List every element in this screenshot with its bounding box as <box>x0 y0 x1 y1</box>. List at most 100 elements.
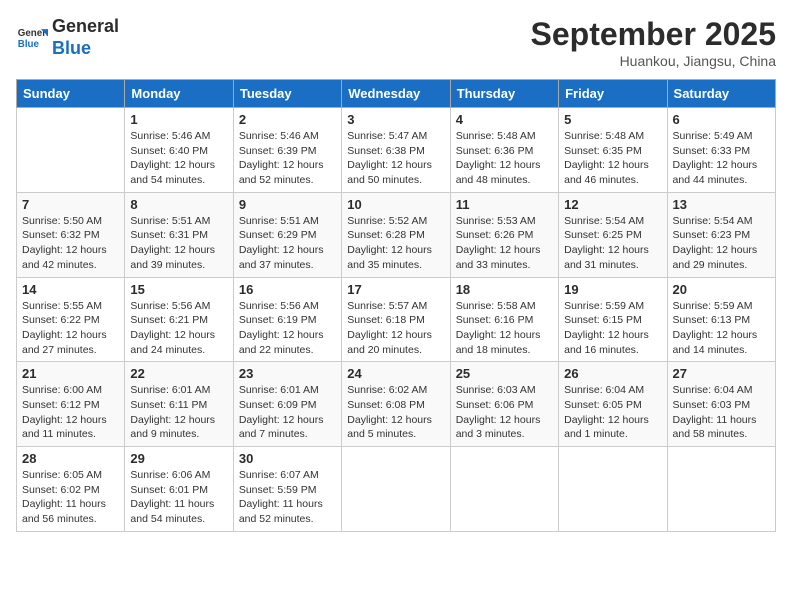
logo-general: General <box>52 16 119 38</box>
calendar-day: 4 Sunrise: 5:48 AM Sunset: 6:36 PM Daylig… <box>450 108 558 193</box>
logo: General Blue General Blue <box>16 16 119 59</box>
day-info: Sunrise: 6:03 AM Sunset: 6:06 PM Dayligh… <box>456 383 553 442</box>
day-number: 4 <box>456 112 553 127</box>
calendar-day: 25 Sunrise: 6:03 AM Sunset: 6:06 PM Dayli… <box>450 362 558 447</box>
calendar-day: 6 Sunrise: 5:49 AM Sunset: 6:33 PM Daylig… <box>667 108 775 193</box>
calendar-week-1: 1 Sunrise: 5:46 AM Sunset: 6:40 PM Daylig… <box>17 108 776 193</box>
day-info: Sunrise: 5:50 AM Sunset: 6:32 PM Dayligh… <box>22 214 119 273</box>
day-info: Sunrise: 6:00 AM Sunset: 6:12 PM Dayligh… <box>22 383 119 442</box>
day-info: Sunrise: 5:49 AM Sunset: 6:33 PM Dayligh… <box>673 129 770 188</box>
calendar-day: 12 Sunrise: 5:54 AM Sunset: 6:25 PM Dayli… <box>559 192 667 277</box>
calendar-table: Sunday Monday Tuesday Wednesday Thursday… <box>16 79 776 532</box>
day-number: 1 <box>130 112 227 127</box>
calendar-day: 17 Sunrise: 5:57 AM Sunset: 6:18 PM Dayli… <box>342 277 450 362</box>
day-number: 11 <box>456 197 553 212</box>
calendar-day: 10 Sunrise: 5:52 AM Sunset: 6:28 PM Dayli… <box>342 192 450 277</box>
day-info: Sunrise: 5:51 AM Sunset: 6:29 PM Dayligh… <box>239 214 336 273</box>
calendar-day: 11 Sunrise: 5:53 AM Sunset: 6:26 PM Dayli… <box>450 192 558 277</box>
day-info: Sunrise: 6:01 AM Sunset: 6:09 PM Dayligh… <box>239 383 336 442</box>
svg-text:Blue: Blue <box>18 38 40 49</box>
calendar-day: 9 Sunrise: 5:51 AM Sunset: 6:29 PM Daylig… <box>233 192 341 277</box>
col-sunday: Sunday <box>17 80 125 108</box>
day-info: Sunrise: 5:56 AM Sunset: 6:21 PM Dayligh… <box>130 299 227 358</box>
day-number: 14 <box>22 282 119 297</box>
calendar-day: 20 Sunrise: 5:59 AM Sunset: 6:13 PM Dayli… <box>667 277 775 362</box>
calendar-day: 3 Sunrise: 5:47 AM Sunset: 6:38 PM Daylig… <box>342 108 450 193</box>
day-info: Sunrise: 5:56 AM Sunset: 6:19 PM Dayligh… <box>239 299 336 358</box>
month-title: September 2025 <box>531 16 776 53</box>
calendar-day <box>559 447 667 532</box>
day-info: Sunrise: 6:04 AM Sunset: 6:05 PM Dayligh… <box>564 383 661 442</box>
day-info: Sunrise: 5:51 AM Sunset: 6:31 PM Dayligh… <box>130 214 227 273</box>
day-info: Sunrise: 5:53 AM Sunset: 6:26 PM Dayligh… <box>456 214 553 273</box>
calendar-day: 21Sunrise: 6:00 AM Sunset: 6:12 PM Dayli… <box>17 362 125 447</box>
day-number: 22 <box>130 366 227 381</box>
day-info: Sunrise: 5:57 AM Sunset: 6:18 PM Dayligh… <box>347 299 444 358</box>
day-number: 7 <box>22 197 119 212</box>
calendar-day: 16 Sunrise: 5:56 AM Sunset: 6:19 PM Dayli… <box>233 277 341 362</box>
day-number: 16 <box>239 282 336 297</box>
day-number: 10 <box>347 197 444 212</box>
day-number: 5 <box>564 112 661 127</box>
day-number: 25 <box>456 366 553 381</box>
day-number: 3 <box>347 112 444 127</box>
calendar-day: 19Sunrise: 5:59 AM Sunset: 6:15 PM Dayli… <box>559 277 667 362</box>
calendar-week-5: 28 Sunrise: 6:05 AM Sunset: 6:02 PM Dayli… <box>17 447 776 532</box>
calendar-day: 29Sunrise: 6:06 AM Sunset: 6:01 PM Dayli… <box>125 447 233 532</box>
title-block: September 2025 Huankou, Jiangsu, China <box>531 16 776 69</box>
calendar-day: 30Sunrise: 6:07 AM Sunset: 5:59 PM Dayli… <box>233 447 341 532</box>
calendar-day: 18 Sunrise: 5:58 AM Sunset: 6:16 PM Dayli… <box>450 277 558 362</box>
calendar-day: 8Sunrise: 5:51 AM Sunset: 6:31 PM Daylig… <box>125 192 233 277</box>
day-number: 24 <box>347 366 444 381</box>
col-friday: Friday <box>559 80 667 108</box>
day-number: 12 <box>564 197 661 212</box>
calendar-day: 22 Sunrise: 6:01 AM Sunset: 6:11 PM Dayli… <box>125 362 233 447</box>
col-thursday: Thursday <box>450 80 558 108</box>
day-info: Sunrise: 5:47 AM Sunset: 6:38 PM Dayligh… <box>347 129 444 188</box>
day-info: Sunrise: 5:46 AM Sunset: 6:40 PM Dayligh… <box>130 129 227 188</box>
day-info: Sunrise: 5:54 AM Sunset: 6:25 PM Dayligh… <box>564 214 661 273</box>
day-number: 15 <box>130 282 227 297</box>
calendar-day: 2Sunrise: 5:46 AM Sunset: 6:39 PM Daylig… <box>233 108 341 193</box>
calendar-day <box>667 447 775 532</box>
calendar-day: 15 Sunrise: 5:56 AM Sunset: 6:21 PM Dayli… <box>125 277 233 362</box>
day-number: 6 <box>673 112 770 127</box>
day-info: Sunrise: 5:58 AM Sunset: 6:16 PM Dayligh… <box>456 299 553 358</box>
calendar-day: 26 Sunrise: 6:04 AM Sunset: 6:05 PM Dayli… <box>559 362 667 447</box>
header-row: Sunday Monday Tuesday Wednesday Thursday… <box>17 80 776 108</box>
col-saturday: Saturday <box>667 80 775 108</box>
day-info: Sunrise: 5:52 AM Sunset: 6:28 PM Dayligh… <box>347 214 444 273</box>
calendar-week-4: 21Sunrise: 6:00 AM Sunset: 6:12 PM Dayli… <box>17 362 776 447</box>
calendar-day: 28 Sunrise: 6:05 AM Sunset: 6:02 PM Dayli… <box>17 447 125 532</box>
day-info: Sunrise: 6:07 AM Sunset: 5:59 PM Dayligh… <box>239 468 336 527</box>
logo-icon: General Blue <box>16 22 48 54</box>
calendar-day <box>450 447 558 532</box>
day-info: Sunrise: 5:48 AM Sunset: 6:35 PM Dayligh… <box>564 129 661 188</box>
day-info: Sunrise: 6:06 AM Sunset: 6:01 PM Dayligh… <box>130 468 227 527</box>
day-info: Sunrise: 5:59 AM Sunset: 6:13 PM Dayligh… <box>673 299 770 358</box>
day-number: 18 <box>456 282 553 297</box>
day-number: 26 <box>564 366 661 381</box>
calendar-day <box>17 108 125 193</box>
day-number: 9 <box>239 197 336 212</box>
calendar-day: 14Sunrise: 5:55 AM Sunset: 6:22 PM Dayli… <box>17 277 125 362</box>
calendar-day: 23Sunrise: 6:01 AM Sunset: 6:09 PM Dayli… <box>233 362 341 447</box>
day-info: Sunrise: 6:05 AM Sunset: 6:02 PM Dayligh… <box>22 468 119 527</box>
day-number: 20 <box>673 282 770 297</box>
day-info: Sunrise: 6:04 AM Sunset: 6:03 PM Dayligh… <box>673 383 770 442</box>
calendar-week-3: 14Sunrise: 5:55 AM Sunset: 6:22 PM Dayli… <box>17 277 776 362</box>
calendar-week-2: 7 Sunrise: 5:50 AM Sunset: 6:32 PM Daylig… <box>17 192 776 277</box>
calendar-day: 13Sunrise: 5:54 AM Sunset: 6:23 PM Dayli… <box>667 192 775 277</box>
day-number: 27 <box>673 366 770 381</box>
day-info: Sunrise: 5:54 AM Sunset: 6:23 PM Dayligh… <box>673 214 770 273</box>
logo-blue: Blue <box>52 38 119 60</box>
calendar-day: 1 Sunrise: 5:46 AM Sunset: 6:40 PM Daylig… <box>125 108 233 193</box>
calendar-day <box>342 447 450 532</box>
day-info: Sunrise: 5:48 AM Sunset: 6:36 PM Dayligh… <box>456 129 553 188</box>
col-tuesday: Tuesday <box>233 80 341 108</box>
day-number: 28 <box>22 451 119 466</box>
day-number: 2 <box>239 112 336 127</box>
day-info: Sunrise: 6:01 AM Sunset: 6:11 PM Dayligh… <box>130 383 227 442</box>
day-number: 17 <box>347 282 444 297</box>
col-wednesday: Wednesday <box>342 80 450 108</box>
